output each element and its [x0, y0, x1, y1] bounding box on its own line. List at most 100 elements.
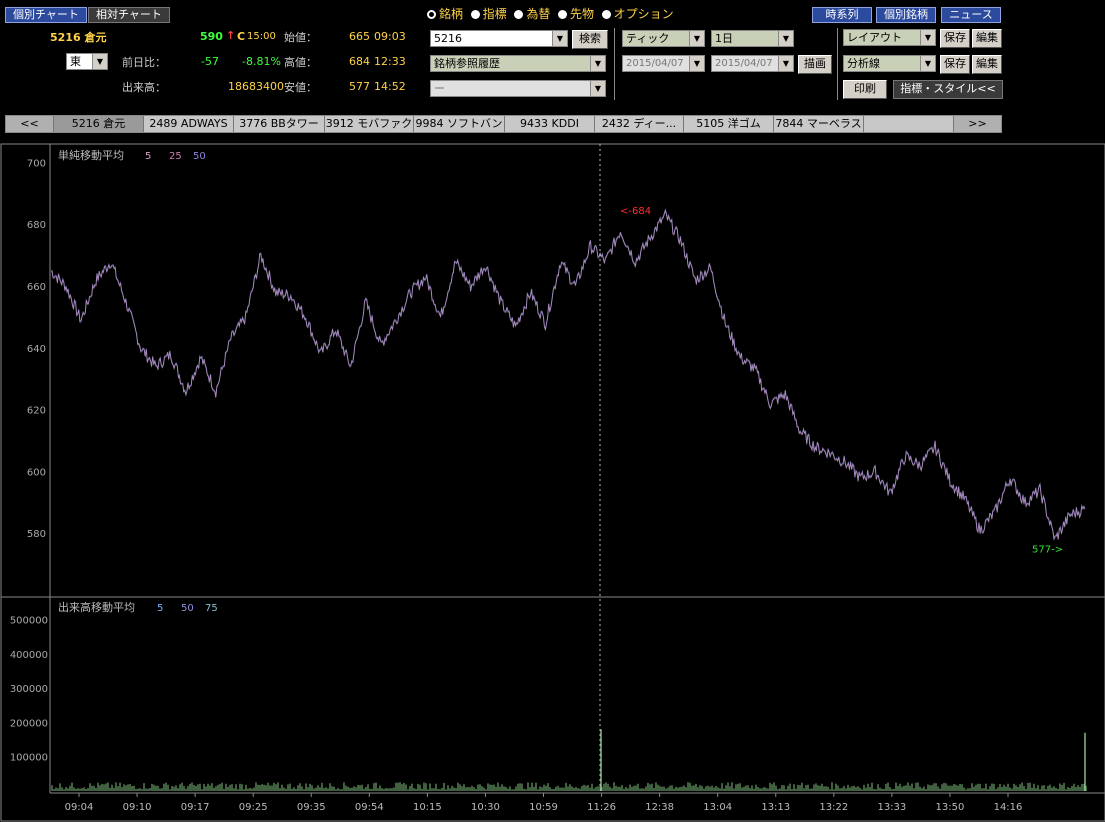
layout-select[interactable]: レイアウト ▼ [843, 29, 936, 46]
tab-stock[interactable]: 7844 マーベラス [774, 116, 864, 132]
radio-fx[interactable]: 為替 [514, 7, 550, 21]
radio-index-label: 指標 [482, 7, 507, 21]
volume-tick-label: 100000 [10, 753, 48, 764]
x-tick-label: 10:15 [413, 802, 442, 813]
chevron-down-icon: ▼ [590, 56, 605, 71]
chevron-down-icon: ▼ [920, 30, 935, 45]
low-time: 14:52 [374, 80, 406, 93]
date-to-input[interactable]: 2015/04/07 ▼ [711, 55, 794, 72]
price-arrow-icon: ↑ [226, 29, 236, 42]
volume-tick-label: 200000 [10, 718, 48, 729]
x-tick-label: 13:50 [936, 802, 965, 813]
x-tick-label: 12:38 [645, 802, 674, 813]
radio-on-icon [427, 10, 436, 19]
date-to-value: 2015/04/07 [715, 58, 773, 69]
tab-stock[interactable]: 3912 モバファク [325, 116, 414, 132]
x-tick-label: 13:04 [703, 802, 732, 813]
tab-stock[interactable]: 5216 倉元 [54, 116, 144, 132]
volume-tick-label: 500000 [10, 616, 48, 627]
chevron-down-icon: ▼ [590, 81, 605, 96]
history-select-value: 銘柄参照履歴 [434, 57, 500, 70]
chart-type-select[interactable]: ティック ▼ [622, 30, 705, 47]
relative-chart-button[interactable]: 相対チャート [88, 7, 170, 23]
x-tick-label: 10:30 [471, 802, 500, 813]
layout-save-button[interactable]: 保存 [940, 29, 970, 48]
chevron-down-icon: ▼ [92, 54, 107, 69]
draw-button[interactable]: 描画 [798, 55, 832, 74]
x-tick-label: 14:16 [994, 802, 1023, 813]
tab-stock[interactable]: 9433 KDDI [505, 116, 595, 132]
chevron-down-icon: ▼ [552, 31, 567, 46]
volume-tick-label: 400000 [10, 650, 48, 661]
volume-legend-entry: 5 [157, 603, 163, 614]
tab-stock[interactable]: 2489 ADWAYS [144, 116, 234, 132]
analysis-select-value: 分析線 [847, 57, 880, 70]
symbol-input[interactable]: 5216 ▼ [430, 30, 568, 47]
period-value: 1日 [715, 32, 733, 45]
analysis-select[interactable]: 分析線 ▼ [843, 55, 936, 72]
chevron-down-icon: ▼ [778, 56, 793, 71]
market-select[interactable]: 東 ▼ [66, 53, 108, 70]
x-tick-label: 13:33 [877, 802, 906, 813]
radio-stock[interactable]: 銘柄 [427, 7, 463, 21]
tab-stock[interactable]: 5105 洋ゴム [684, 116, 774, 132]
price-tick-label: 700 [27, 158, 46, 169]
radio-option-label: オプション [613, 7, 674, 21]
tab-next-button[interactable]: >> [954, 116, 1001, 132]
low-value: 577 [349, 80, 370, 93]
chevron-down-icon: ▼ [689, 31, 704, 46]
search-button[interactable]: 検索 [572, 30, 608, 49]
layout-select-value: レイアウト [847, 31, 902, 44]
chart-type-value: ティック [626, 32, 670, 45]
news-button[interactable]: ニュース [941, 7, 1001, 23]
volume-legend-entry: 50 [181, 603, 194, 614]
radio-index[interactable]: 指標 [470, 7, 507, 21]
individual-chart-button[interactable]: 個別チャート [5, 7, 87, 23]
open-value: 665 [349, 30, 370, 43]
high-label: 高値： [284, 56, 317, 69]
x-tick-label: 09:17 [181, 802, 210, 813]
date-from-value: 2015/04/07 [626, 58, 684, 69]
price-tick-label: 680 [27, 220, 46, 231]
x-tick-label: 09:25 [239, 802, 268, 813]
analysis-save-button[interactable]: 保存 [940, 55, 970, 74]
radio-fx-label: 為替 [526, 7, 551, 21]
radio-off-icon [514, 10, 524, 19]
tab-stock[interactable]: 9984 ソフトバンク [414, 116, 505, 146]
price-time: 15:00 [247, 31, 276, 42]
sub-select-value: ー [434, 82, 445, 95]
individual-stock-button[interactable]: 個別銘柄 [876, 7, 936, 23]
price-tick-label: 640 [27, 344, 46, 355]
volume-tick-label: 300000 [10, 684, 48, 695]
radio-option[interactable]: オプション [601, 7, 674, 21]
divider [837, 28, 838, 100]
x-tick-label: 09:35 [297, 802, 326, 813]
price-flag: C [237, 30, 246, 43]
indicator-style-button[interactable]: 指標・スタイル<< [893, 80, 1003, 99]
volume-legend-entry: 75 [205, 603, 218, 614]
history-select[interactable]: 銘柄参照履歴 ▼ [430, 55, 606, 72]
date-from-input[interactable]: 2015/04/07 ▼ [622, 55, 705, 72]
chevron-down-icon: ▼ [920, 56, 935, 71]
x-tick-label: 10:59 [529, 802, 558, 813]
print-button[interactable]: 印刷 [843, 80, 887, 99]
layout-edit-button[interactable]: 編集 [972, 29, 1002, 48]
change-percent: -8.81% [242, 55, 281, 68]
radio-futures[interactable]: 先物 [557, 7, 594, 21]
sub-select[interactable]: ー ▼ [430, 80, 606, 97]
x-tick-label: 09:54 [355, 802, 384, 813]
tab-stock[interactable]: 2432 ディー... [595, 116, 684, 132]
change-value: -57 [201, 55, 219, 68]
price-tick-label: 600 [27, 467, 46, 478]
x-tick-label: 09:10 [123, 802, 152, 813]
tab-stock[interactable]: 3776 BBタワー [234, 116, 325, 132]
tab-prev-button[interactable]: << [6, 116, 54, 132]
stock-name: 5216 倉元 [50, 31, 107, 44]
divider [614, 28, 615, 100]
analysis-edit-button[interactable]: 編集 [972, 55, 1002, 74]
tab-stock[interactable] [864, 116, 954, 132]
price-legend-entry: 25 [169, 151, 182, 162]
time-series-button[interactable]: 時系列 [812, 7, 872, 23]
chart-area[interactable]: 580 600 620 640 660 680 700 5 25 50 <-684 577-> 5 50… [0, 143, 1105, 822]
period-select[interactable]: 1日 ▼ [711, 30, 794, 47]
